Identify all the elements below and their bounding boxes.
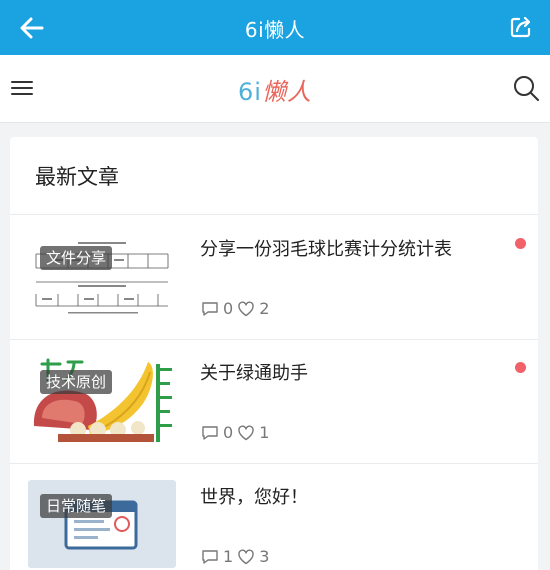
article-title[interactable]: 分享一份羽毛球比赛计分统计表 [200, 235, 452, 261]
comment-icon [202, 301, 218, 316]
logo-text-6i: 6i [238, 78, 262, 106]
unread-dot [515, 238, 526, 249]
comment-count: 1 [223, 547, 234, 566]
share-icon[interactable] [508, 14, 534, 40]
section-heading: 最新文章 [35, 165, 119, 189]
site-logo[interactable]: 6i懒人 [0, 72, 550, 107]
article-item[interactable]: 日常随笔 世界，您好！ 1 3 [10, 463, 538, 570]
heart-icon[interactable] [237, 300, 255, 318]
latest-articles-card: 最新文章 文件分享 分享一份羽毛球比赛计分统计表 0 2 技术原创 关于绿通助手… [10, 137, 538, 570]
category-tag[interactable]: 日常随笔 [40, 494, 113, 518]
comment-count: 0 [223, 299, 234, 318]
article-meta: 1 3 [201, 547, 273, 566]
category-tag[interactable]: 文件分享 [40, 246, 113, 270]
article-item[interactable]: 技术原创 关于绿通助手 0 1 [10, 339, 538, 463]
site-header: 6i懒人 [0, 55, 550, 123]
heart-icon[interactable] [237, 424, 255, 442]
article-item[interactable]: 文件分享 分享一份羽毛球比赛计分统计表 0 2 [10, 215, 538, 339]
app-bar: 6i懒人 [0, 0, 550, 55]
category-tag[interactable]: 技术原创 [40, 370, 113, 394]
search-icon[interactable] [512, 74, 540, 102]
comment-icon [202, 549, 218, 564]
article-title[interactable]: 关于绿通助手 [200, 359, 308, 385]
comment-count: 0 [223, 423, 234, 442]
article-meta: 0 1 [201, 423, 273, 442]
like-count: 1 [259, 423, 270, 442]
unread-dot [515, 362, 526, 373]
like-count: 3 [259, 547, 270, 566]
like-count: 2 [259, 299, 270, 318]
article-title[interactable]: 世界，您好！ [200, 483, 308, 509]
heart-icon[interactable] [237, 548, 255, 566]
article-meta: 0 2 [201, 299, 273, 318]
logo-text-lazy: 懒人 [261, 78, 312, 106]
comment-icon [202, 425, 218, 440]
app-title: 6i懒人 [244, 18, 306, 42]
